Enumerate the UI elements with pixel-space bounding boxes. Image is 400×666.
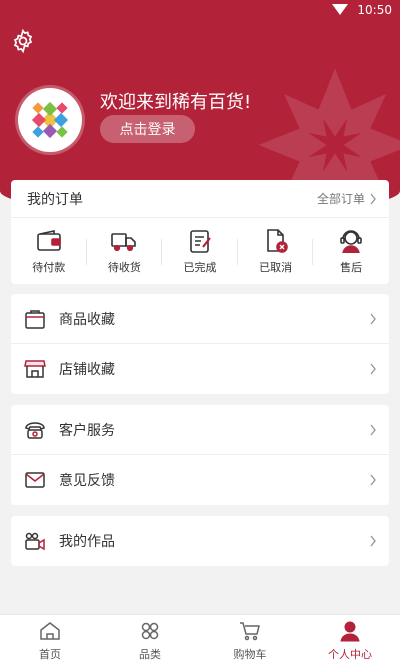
wallet-icon (36, 229, 61, 251)
order-status-row: 待付款 待收货 已完成 已取消 售后 (11, 218, 389, 283)
telephone-icon (25, 421, 45, 439)
tab-profile[interactable]: 个人中心 (300, 615, 400, 666)
wifi-icon (332, 4, 348, 15)
status-bar: 10:50 (0, 0, 400, 20)
tab-home[interactable]: 首页 (0, 615, 100, 666)
tab-label: 首页 (39, 648, 61, 661)
order-after-sales[interactable]: 售后 (313, 227, 389, 275)
menu-item-label: 我的作品 (59, 534, 115, 550)
truck-icon (111, 232, 137, 251)
bag-icon (25, 309, 45, 329)
status-time: 10:50 (357, 3, 392, 17)
bottom-nav: 首页 品类 购物车 个人中心 (0, 614, 400, 666)
order-status-label: 待收货 (107, 260, 141, 274)
menu-item-customer-service[interactable]: 客户服务 (11, 405, 389, 455)
menu-item-label: 店铺收藏 (59, 362, 115, 378)
category-icon (141, 622, 159, 640)
order-pending-payment[interactable]: 待付款 (11, 227, 87, 275)
tab-category[interactable]: 品类 (100, 615, 200, 666)
welcome-text: 欢迎来到稀有百货! (100, 92, 252, 113)
support-agent-icon (340, 229, 362, 253)
orders-header: 我的订单 全部订单 (11, 180, 389, 218)
settings-gear-icon[interactable] (10, 28, 36, 54)
login-button[interactable]: 点击登录 (100, 115, 195, 143)
chevron-right-icon (370, 535, 376, 547)
home-icon (40, 622, 60, 640)
order-pending-receipt[interactable]: 待收货 (87, 227, 163, 275)
menu-item-my-works[interactable]: 我的作品 (11, 516, 389, 566)
chevron-right-icon (370, 424, 376, 435)
service-card: 客户服务 意见反馈 (11, 405, 389, 505)
order-completed[interactable]: 已完成 (162, 227, 238, 275)
avatar[interactable] (18, 88, 82, 152)
tab-label: 个人中心 (328, 648, 372, 661)
envelope-icon (25, 472, 45, 488)
chevron-right-icon (370, 313, 376, 324)
menu-item-feedback[interactable]: 意见反馈 (11, 455, 389, 505)
menu-item-label: 商品收藏 (59, 311, 115, 328)
orders-title: 我的订单 (27, 191, 83, 208)
document-cancel-icon (266, 228, 288, 253)
order-status-label: 售后 (340, 260, 363, 274)
chevron-right-icon (370, 193, 376, 204)
video-camera-icon (25, 532, 45, 551)
menu-item-label: 意见反馈 (59, 473, 115, 489)
works-card: 我的作品 (11, 516, 389, 566)
all-orders-link[interactable]: 全部订单 (317, 190, 377, 207)
chevron-right-icon (370, 474, 376, 486)
order-cancelled[interactable]: 已取消 (238, 227, 314, 275)
store-icon (24, 360, 46, 378)
orders-card: 我的订单 全部订单 待付款 待收货 已完成 已取消 售后 (11, 180, 389, 284)
tab-label: 品类 (139, 648, 161, 661)
person-icon (340, 621, 360, 642)
clipboard-check-icon (190, 229, 211, 253)
order-status-label: 已取消 (259, 260, 293, 274)
chevron-right-icon (370, 363, 376, 375)
order-status-label: 已完成 (183, 260, 217, 274)
menu-item-store-favorites[interactable]: 店铺收藏 (11, 344, 389, 394)
menu-item-label: 客户服务 (59, 422, 115, 439)
order-status-label: 待付款 (32, 260, 66, 274)
favorites-card: 商品收藏 店铺收藏 (11, 294, 389, 394)
menu-item-product-favorites[interactable]: 商品收藏 (11, 294, 389, 344)
tab-label: 购物车 (233, 648, 267, 661)
cart-icon (240, 622, 260, 641)
all-orders-label: 全部订单 (316, 192, 365, 206)
logo-icon (31, 101, 69, 139)
tab-cart[interactable]: 购物车 (200, 615, 300, 666)
